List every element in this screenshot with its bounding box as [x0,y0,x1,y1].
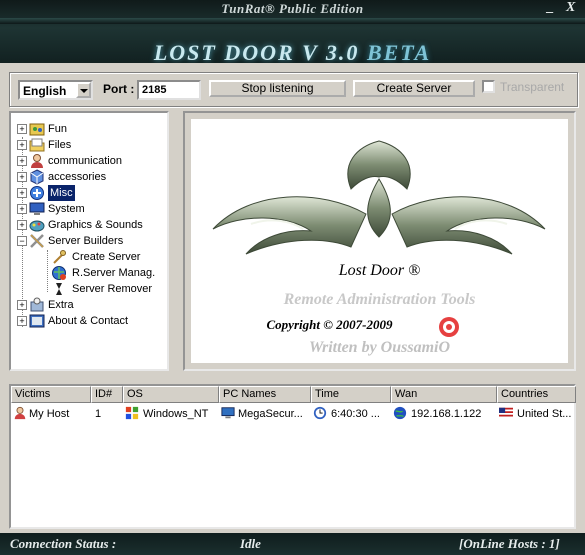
copyright-text: Copyright © 2007-2009 [266,317,393,332]
tree-item-label: Extra [48,299,74,311]
tree-item-label: System [48,203,85,215]
banner-title: LOST DOOR V 3.0 [153,40,360,65]
banner-beta: BETA [366,40,432,65]
stop-listening-button[interactable]: Stop listening [209,80,346,97]
clock-icon [313,406,327,420]
close-button[interactable]: X [566,0,575,16]
port-input[interactable]: 2185 [137,80,201,100]
collapse-icon[interactable]: − [17,236,27,246]
create-server-button[interactable]: Create Server [353,80,475,97]
tree-item-label: Graphics & Sounds [48,219,143,231]
graphics-sounds-icon [29,220,45,232]
tree-item-label: R.Server Manag. [72,267,156,279]
main-client-area: English Port : 2185 Stop listening Creat… [0,63,585,533]
table-header: Victims ID# OS PC Names Time Wan Countri… [11,386,576,403]
server-remover-icon [56,283,62,295]
computer-icon [221,407,235,419]
extra-icon [30,297,44,312]
expand-icon[interactable]: + [17,188,27,198]
column-pc-names[interactable]: PC Names [219,386,311,403]
files-icon [29,138,45,152]
transparent-label: Transparent [500,80,565,94]
system-icon [29,202,45,215]
splash-image: Lost Door ® Remote Administration Tools … [191,119,568,363]
cell-wan: 192.168.1.122 [411,408,482,420]
expand-icon[interactable]: + [17,300,27,310]
tree-item-label: Files [48,139,72,151]
author-credit: Written by OussamiO [308,339,451,356]
tree-item-label: Create Server [72,251,141,263]
product-tagline: Remote Administration Tools [283,291,476,308]
user-icon [14,406,26,420]
product-name: Lost Door ® [338,262,421,279]
expand-icon[interactable]: + [17,140,27,150]
chevron-down-icon[interactable] [76,82,91,98]
us-flag-icon [499,407,513,419]
connection-status-value: Idle [240,536,261,551]
splash-panel: Lost Door ® Remote Administration Tools … [183,111,576,371]
tree-item-label: Misc [48,185,75,201]
rserver-manager-icon [52,266,66,280]
tree-item-label: Fun [48,123,67,135]
about-contact-icon [29,314,45,328]
column-id[interactable]: ID# [91,386,123,403]
connection-status-label: Connection Status : [10,536,117,551]
language-select[interactable]: English [18,80,93,100]
minimize-button[interactable]: _ [547,0,554,16]
online-hosts-count: [OnLine Hosts : 1] [459,536,560,551]
communication-icon [31,154,43,168]
server-builders-icon [30,234,44,248]
column-wan[interactable]: Wan [391,386,497,403]
transparent-checkbox[interactable] [482,80,495,93]
language-value: English [23,84,67,98]
misc-icon [30,186,44,200]
table-row[interactable]: My Host 1 Windows_NT MegaSecur... 6:40:3… [11,405,574,423]
titlebar-divider [0,18,585,24]
status-bar: Connection Status : Idle [OnLine Hosts :… [0,533,585,555]
window-titlebar[interactable]: TunRat® Public Edition _ X LOST DOOR V 3… [0,0,585,70]
expand-icon[interactable]: + [17,220,27,230]
expand-icon[interactable]: + [17,124,27,134]
column-time[interactable]: Time [311,386,391,403]
fun-icon [29,123,45,136]
cell-pc-name: MegaSecur... [238,408,303,420]
expand-icon[interactable]: + [17,316,27,326]
tree-item-label: Server Builders [48,235,124,247]
cell-country: United St... [517,408,572,420]
victims-table[interactable]: Victims ID# OS PC Names Time Wan Countri… [9,384,576,529]
tree-item-label: accessories [48,171,107,183]
tree-item-label: About & Contact [48,315,129,327]
globe-icon [393,406,407,420]
port-label: Port : [103,82,135,96]
expand-icon[interactable]: + [17,156,27,166]
cell-id: 1 [95,408,102,420]
expand-icon[interactable]: + [17,172,27,182]
cell-time: 6:40:30 ... [331,408,380,420]
cell-victim: My Host [29,408,70,420]
create-server-icon [53,250,66,264]
column-victims[interactable]: Victims [11,386,91,403]
expand-icon[interactable]: + [17,204,27,214]
column-os[interactable]: OS [123,386,219,403]
column-countries[interactable]: Countries [497,386,576,403]
tree-item-label: communication [48,155,122,167]
toolbar-panel: English Port : 2185 Stop listening Creat… [9,72,578,107]
tree-item-label: Server Remover [72,283,153,295]
accessories-icon [30,169,44,185]
window-title: TunRat® Public Edition [221,1,364,16]
cell-os: Windows_NT [143,408,209,420]
tree-child-guide-line [47,250,48,292]
windows-logo-icon [125,406,139,420]
